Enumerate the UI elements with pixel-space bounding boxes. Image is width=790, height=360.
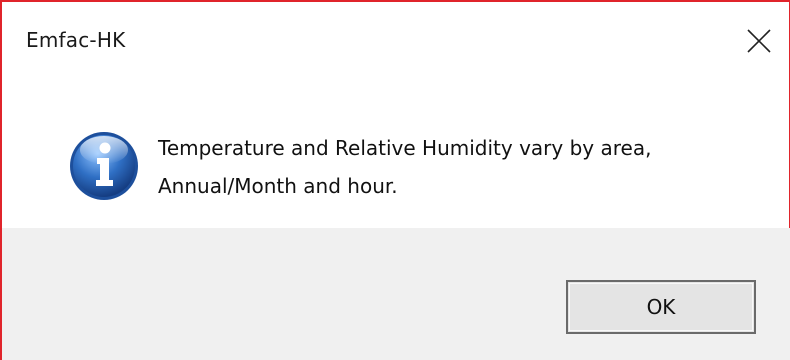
message-line-1: Temperature and Relative Humidity vary b… — [158, 136, 652, 160]
close-button[interactable] — [732, 18, 786, 64]
message-line-2: Annual/Month and hour. — [158, 174, 398, 198]
message-dialog: Emfac-HK Temperature and Relative Humidi… — [0, 0, 790, 360]
dialog-title: Emfac-HK — [26, 28, 126, 52]
close-icon — [747, 29, 771, 53]
information-icon — [70, 132, 138, 200]
dialog-message: Temperature and Relative Humidity vary b… — [158, 129, 758, 205]
dialog-footer: OK — [2, 228, 790, 360]
ok-button[interactable]: OK — [566, 280, 756, 334]
dialog-content: Temperature and Relative Humidity vary b… — [2, 82, 788, 228]
title-bar: Emfac-HK — [2, 2, 788, 82]
